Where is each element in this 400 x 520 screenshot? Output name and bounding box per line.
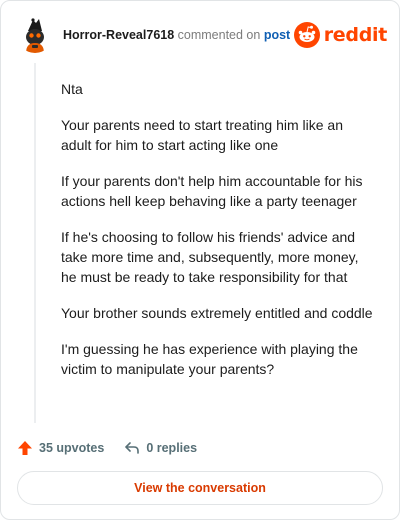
reddit-wordmark: reddit <box>323 24 388 46</box>
comment-paragraph: I'm guessing he has experience with play… <box>61 341 358 377</box>
comment-actions: 35 upvotes 0 replies <box>17 437 217 459</box>
reddit-alien-icon <box>293 22 320 48</box>
username-link[interactable]: Horror-Reveal7618 <box>63 28 174 42</box>
comment-paragraph: If he's choosing to follow his friends' … <box>61 229 359 285</box>
upvote-count: 35 upvotes <box>39 441 105 455</box>
comment-paragraph: Nta <box>61 81 83 97</box>
upvote-button[interactable]: 35 upvotes <box>17 440 104 456</box>
upvote-arrow-icon <box>18 441 32 455</box>
comment-paragraph: Your parents need to start treating him … <box>61 117 343 153</box>
reply-arrow-icon <box>125 442 140 454</box>
comment-meta: Horror-Reveal7618 commented on post <box>63 28 294 42</box>
reddit-logo[interactable]: reddit <box>293 22 388 48</box>
avatar-icon <box>17 17 53 53</box>
comment-paragraph: Your brother sounds extremely entitled a… <box>61 305 373 321</box>
thread-line <box>34 63 36 423</box>
view-conversation-button[interactable]: View the conversation <box>17 471 383 505</box>
commented-on-text: commented on <box>177 28 261 42</box>
avatar[interactable] <box>17 17 53 53</box>
comment-header: Horror-Reveal7618 commented on post redd… <box>17 15 387 55</box>
comment-paragraph: If your parents don't help him accountab… <box>61 173 363 209</box>
comment-card: Horror-Reveal7618 commented on post redd… <box>0 0 400 520</box>
reply-button[interactable]: 0 replies <box>124 440 197 456</box>
reply-count: 0 replies <box>146 441 198 455</box>
comment-body: Nta Your parents need to start treating … <box>61 79 377 395</box>
post-link[interactable]: post <box>264 28 290 42</box>
